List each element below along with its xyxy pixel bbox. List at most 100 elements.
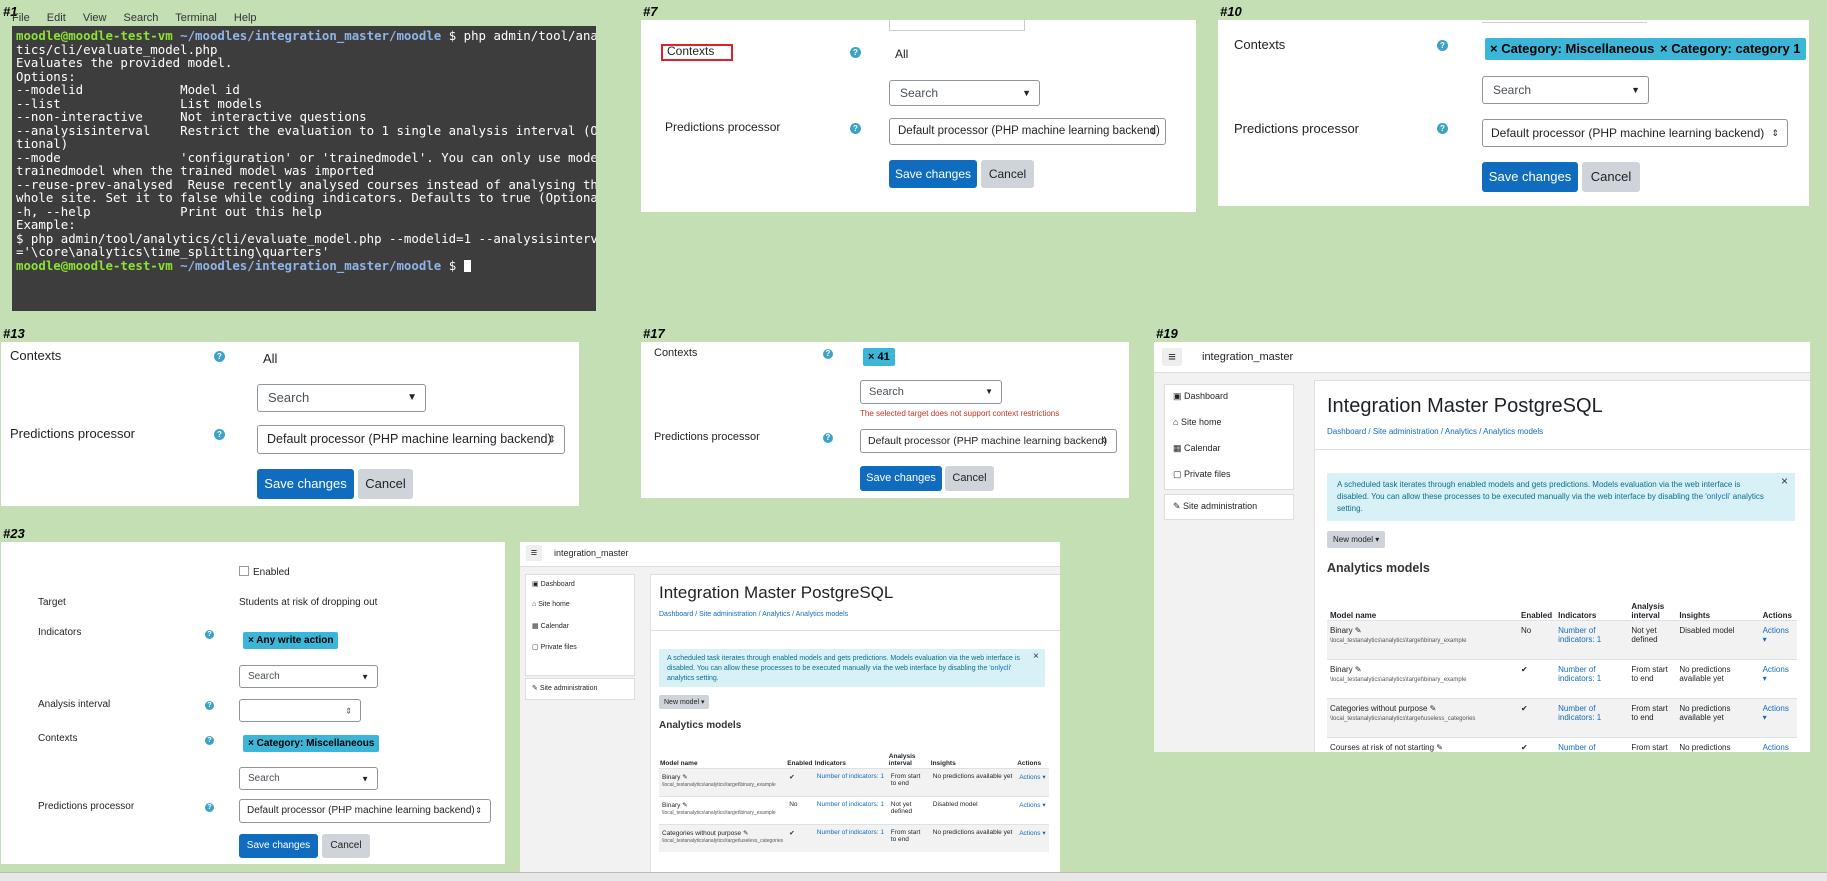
actions-menu[interactable]: Actions ▾ — [1016, 796, 1049, 825]
save-button[interactable]: Save changes — [257, 469, 354, 499]
predictions-select[interactable]: Default processor (PHP machine learning … — [889, 118, 1166, 145]
cancel-button[interactable]: Cancel — [1582, 162, 1640, 192]
help-icon[interactable]: ? — [850, 47, 861, 58]
crumb-dashboard[interactable]: Dashboard — [1327, 427, 1366, 436]
terminal-menu-terminal[interactable]: Terminal — [175, 12, 217, 24]
crumb-analytics-models[interactable]: Analytics models — [1483, 427, 1543, 436]
terminal-menu-view[interactable]: View — [83, 12, 107, 24]
terminal-menu-search[interactable]: Search — [124, 12, 159, 24]
cancel-button[interactable]: Cancel — [322, 834, 370, 858]
contexts-search[interactable]: Search ▼ — [889, 80, 1040, 106]
nav-private-files[interactable]: ▢ Private files — [1173, 469, 1231, 480]
predictions-select[interactable]: Default processor (PHP machine learning … — [257, 425, 565, 454]
contexts-search[interactable]: Search ▼ — [1482, 76, 1649, 104]
nav-calendar[interactable]: ▦ Calendar — [532, 622, 569, 630]
hamburger-icon[interactable]: ≡ — [526, 545, 542, 561]
hamburger-icon[interactable]: ≡ — [1162, 348, 1182, 366]
nav-dashboard[interactable]: ▣ Dashboard — [1173, 391, 1228, 402]
navbar: ≡ integration_master — [1154, 342, 1810, 373]
predictions-label: Predictions processor — [10, 426, 135, 441]
nav-calendar[interactable]: ▦ Calendar — [1173, 443, 1221, 454]
nav-site-administration[interactable]: ✎ Site administration — [532, 684, 597, 692]
crumb-site-admin[interactable]: Site administration — [699, 611, 757, 618]
close-icon[interactable]: × — [1781, 474, 1788, 488]
edit-icon[interactable]: ✎ — [1436, 743, 1443, 752]
terminal-window[interactable]: moodle@moodle-test-vm ~/moodles/integrat… — [12, 26, 596, 311]
save-button[interactable]: Save changes — [889, 160, 977, 188]
tag-context-41[interactable]: × 41 — [863, 348, 895, 366]
help-icon[interactable]: ? — [205, 630, 214, 639]
cancel-button[interactable]: Cancel — [981, 160, 1034, 188]
enabled-checkbox[interactable] — [239, 566, 249, 576]
help-icon[interactable]: ? — [823, 433, 833, 443]
admin-block: ✎ Site administration — [1164, 494, 1294, 520]
nav-private-files[interactable]: ▢ Private files — [532, 643, 577, 651]
terminal-menu-help[interactable]: Help — [234, 12, 257, 24]
indicators-link[interactable]: Number of — [1555, 737, 1629, 752]
save-button[interactable]: Save changes — [239, 834, 318, 858]
contexts-search[interactable]: Search ▼ — [860, 380, 1002, 404]
indicators-link[interactable]: Number of indicators: 1 — [813, 796, 888, 825]
nav-site-administration[interactable]: ✎ Site administration — [1173, 501, 1257, 512]
help-icon[interactable]: ? — [214, 429, 225, 440]
nav-dashboard[interactable]: ▣ Dashboard — [532, 580, 575, 588]
new-model-button[interactable]: New model ▾ — [1327, 531, 1386, 548]
help-icon[interactable]: ? — [214, 351, 225, 362]
contexts-search[interactable]: Search ▼ — [257, 384, 426, 412]
crumb-analytics[interactable]: Analytics — [762, 611, 790, 618]
indicators-search[interactable]: Search ▼ — [239, 665, 378, 688]
help-icon[interactable]: ? — [850, 123, 861, 134]
actions-menu[interactable]: Actions ▾ — [1759, 737, 1797, 752]
help-icon[interactable]: ? — [1437, 40, 1448, 51]
terminal-output-line: -h, --help Print out this help — [16, 203, 322, 219]
crumb-site-admin[interactable]: Site administration — [1373, 427, 1439, 436]
actions-menu[interactable]: Actions ▾ — [1759, 620, 1797, 660]
nav-site-home[interactable]: ⌂ Site home — [532, 601, 570, 608]
site-name[interactable]: integration_master — [554, 548, 629, 558]
actions-menu[interactable]: Actions ▾ — [1759, 659, 1797, 699]
crumb-analytics-models[interactable]: Analytics models — [796, 611, 849, 618]
new-model-button[interactable]: New model ▾ — [659, 695, 710, 709]
analysis-interval-select[interactable]: ⇕ — [239, 699, 361, 722]
cancel-button[interactable]: Cancel — [358, 469, 413, 499]
tag-category-miscellaneous[interactable]: × Category: Miscellaneous — [1485, 38, 1660, 60]
indicators-link[interactable]: Number of indicators: 1 — [1555, 659, 1629, 699]
edit-icon[interactable]: ✎ — [1355, 665, 1362, 674]
help-icon[interactable]: ? — [1437, 123, 1448, 134]
cancel-button[interactable]: Cancel — [945, 466, 994, 491]
indicators-link[interactable]: Number of indicators: 1 — [1555, 698, 1629, 738]
home-icon: ⌂ — [1173, 417, 1181, 427]
help-icon[interactable]: ? — [205, 736, 214, 745]
actions-menu[interactable]: Actions ▾ — [1016, 768, 1049, 797]
help-icon[interactable]: ? — [205, 803, 214, 812]
close-icon[interactable]: × — [1033, 651, 1039, 662]
tag-any-write-action[interactable]: × Any write action — [243, 632, 339, 649]
predictions-select[interactable]: Default processor (PHP machine learning … — [239, 799, 491, 823]
edit-icon[interactable]: ✎ — [743, 830, 748, 837]
site-name[interactable]: integration_master — [1202, 351, 1293, 363]
predictions-select[interactable]: Default processor (PHP machine learning … — [860, 429, 1117, 453]
terminal-cursor — [463, 259, 471, 272]
save-button[interactable]: Save changes — [1482, 162, 1578, 192]
indicators-link[interactable]: Number of indicators: 1 — [813, 768, 888, 797]
contexts-search[interactable]: Search ▼ — [239, 767, 378, 790]
tag-category-miscellaneous[interactable]: × Category: Miscellaneous — [243, 735, 380, 752]
terminal-menu-file[interactable]: File — [12, 12, 30, 24]
actions-menu[interactable]: Actions ▾ — [1016, 824, 1049, 852]
edit-icon[interactable]: ✎ — [1430, 704, 1437, 713]
terminal-menu-edit[interactable]: Edit — [47, 12, 66, 24]
save-button[interactable]: Save changes — [860, 466, 942, 491]
crumb-analytics[interactable]: Analytics — [1445, 427, 1477, 436]
edit-icon[interactable]: ✎ — [1355, 626, 1362, 635]
edit-icon[interactable]: ✎ — [682, 802, 687, 809]
help-icon[interactable]: ? — [205, 701, 214, 710]
edit-icon[interactable]: ✎ — [682, 774, 687, 781]
actions-menu[interactable]: Actions ▾ — [1759, 698, 1797, 738]
help-icon[interactable]: ? — [823, 349, 833, 359]
tag-category-1[interactable]: × Category: category 1 — [1655, 38, 1806, 60]
predictions-select[interactable]: Default processor (PHP machine learning … — [1482, 119, 1788, 147]
nav-site-home[interactable]: ⌂ Site home — [1173, 417, 1221, 427]
indicators-link[interactable]: Number of indicators: 1 — [813, 824, 888, 852]
indicators-link[interactable]: Number of indicators: 1 — [1555, 620, 1629, 660]
crumb-dashboard[interactable]: Dashboard — [659, 611, 693, 618]
